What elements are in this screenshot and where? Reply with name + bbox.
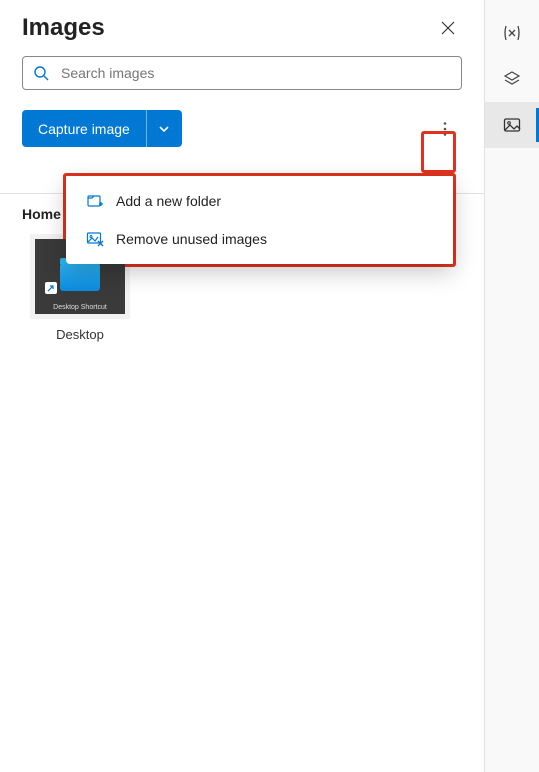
thumbnail-label: Desktop xyxy=(56,327,104,342)
more-options-menu: Add a new folder Remove unused images xyxy=(66,176,453,264)
close-button[interactable] xyxy=(434,14,462,42)
menu-item-remove-unused[interactable]: Remove unused images xyxy=(66,220,453,258)
rail-item-images[interactable] xyxy=(485,102,539,148)
search-icon xyxy=(33,65,49,81)
rail-item-variables[interactable] xyxy=(485,10,539,56)
right-rail xyxy=(485,0,539,772)
search-input[interactable] xyxy=(59,64,451,82)
folder-icon xyxy=(60,263,100,291)
folder-add-icon xyxy=(86,192,104,210)
panel-title: Images xyxy=(22,14,105,42)
image-remove-icon xyxy=(86,230,104,248)
image-icon xyxy=(502,115,522,135)
thumbnail-caption: Desktop Shortcut xyxy=(35,304,125,311)
capture-image-dropdown[interactable] xyxy=(146,110,182,147)
rail-item-layers[interactable] xyxy=(485,56,539,102)
capture-image-label: Capture image xyxy=(22,110,146,147)
more-vertical-icon xyxy=(438,121,452,137)
search-input-container[interactable] xyxy=(22,56,462,90)
layers-icon xyxy=(502,69,522,89)
close-icon xyxy=(441,21,455,35)
shortcut-arrow-icon xyxy=(45,282,57,294)
variables-icon xyxy=(502,23,522,43)
menu-item-add-folder[interactable]: Add a new folder xyxy=(66,182,453,220)
capture-image-button[interactable]: Capture image xyxy=(22,110,182,147)
menu-item-label: Add a new folder xyxy=(116,193,221,209)
menu-item-label: Remove unused images xyxy=(116,231,267,247)
more-options-button[interactable] xyxy=(428,112,462,146)
chevron-down-icon xyxy=(158,123,170,135)
